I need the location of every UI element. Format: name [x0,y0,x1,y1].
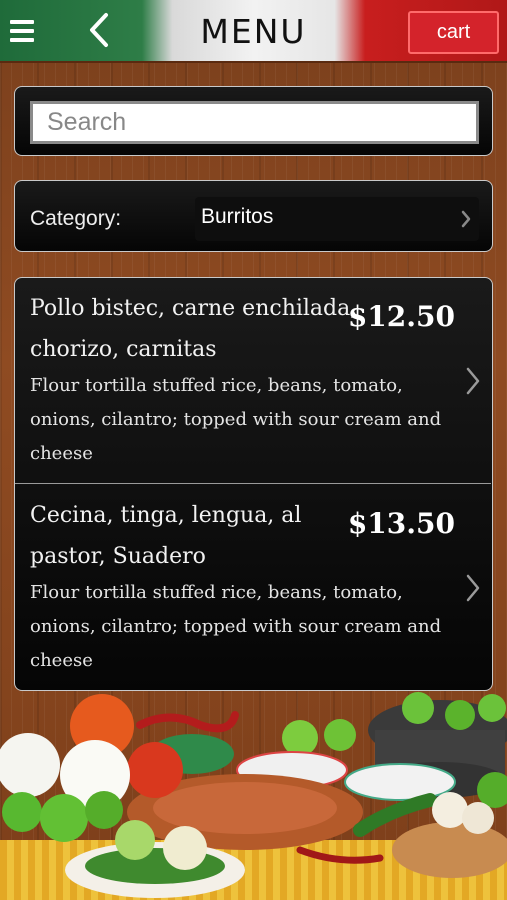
food-background-image [0,692,507,900]
back-button[interactable] [82,8,116,52]
item-price: $13.50 [347,507,455,540]
hamburger-line [10,29,34,33]
chevron-right-icon [466,574,480,602]
page-title: MENU [200,12,307,51]
chevron-left-icon [90,13,108,47]
menu-item[interactable]: Cecina, tinga, lengua, al pastor, Suader… [15,485,491,691]
search-input[interactable] [30,101,479,144]
app-header: MENU cart [0,0,507,63]
category-label: Category: [30,207,122,230]
hamburger-line [10,20,34,24]
menu-list: Pollo bistec, carne enchilada, chorizo, … [14,277,493,691]
category-select[interactable]: Burritos [195,197,479,241]
chevron-right-icon [466,367,480,395]
category-panel: Category: Burritos [14,180,493,252]
menu-item[interactable]: Pollo bistec, carne enchilada, chorizo, … [15,278,491,484]
item-description: Flour tortilla stuffed rice, beans, toma… [30,582,442,671]
item-name: Cecina, tinga, lengua, al pastor, Suader… [30,503,302,569]
item-description: Flour tortilla stuffed rice, beans, toma… [30,375,442,464]
category-selected-value: Burritos [201,205,274,228]
hamburger-icon[interactable] [10,20,34,42]
hamburger-line [10,38,34,42]
chevron-right-icon [461,210,471,228]
search-panel [14,86,493,156]
item-price: $12.50 [347,300,455,333]
cart-button[interactable]: cart [408,11,499,54]
item-name: Pollo bistec, carne enchilada, chorizo, … [30,296,358,362]
